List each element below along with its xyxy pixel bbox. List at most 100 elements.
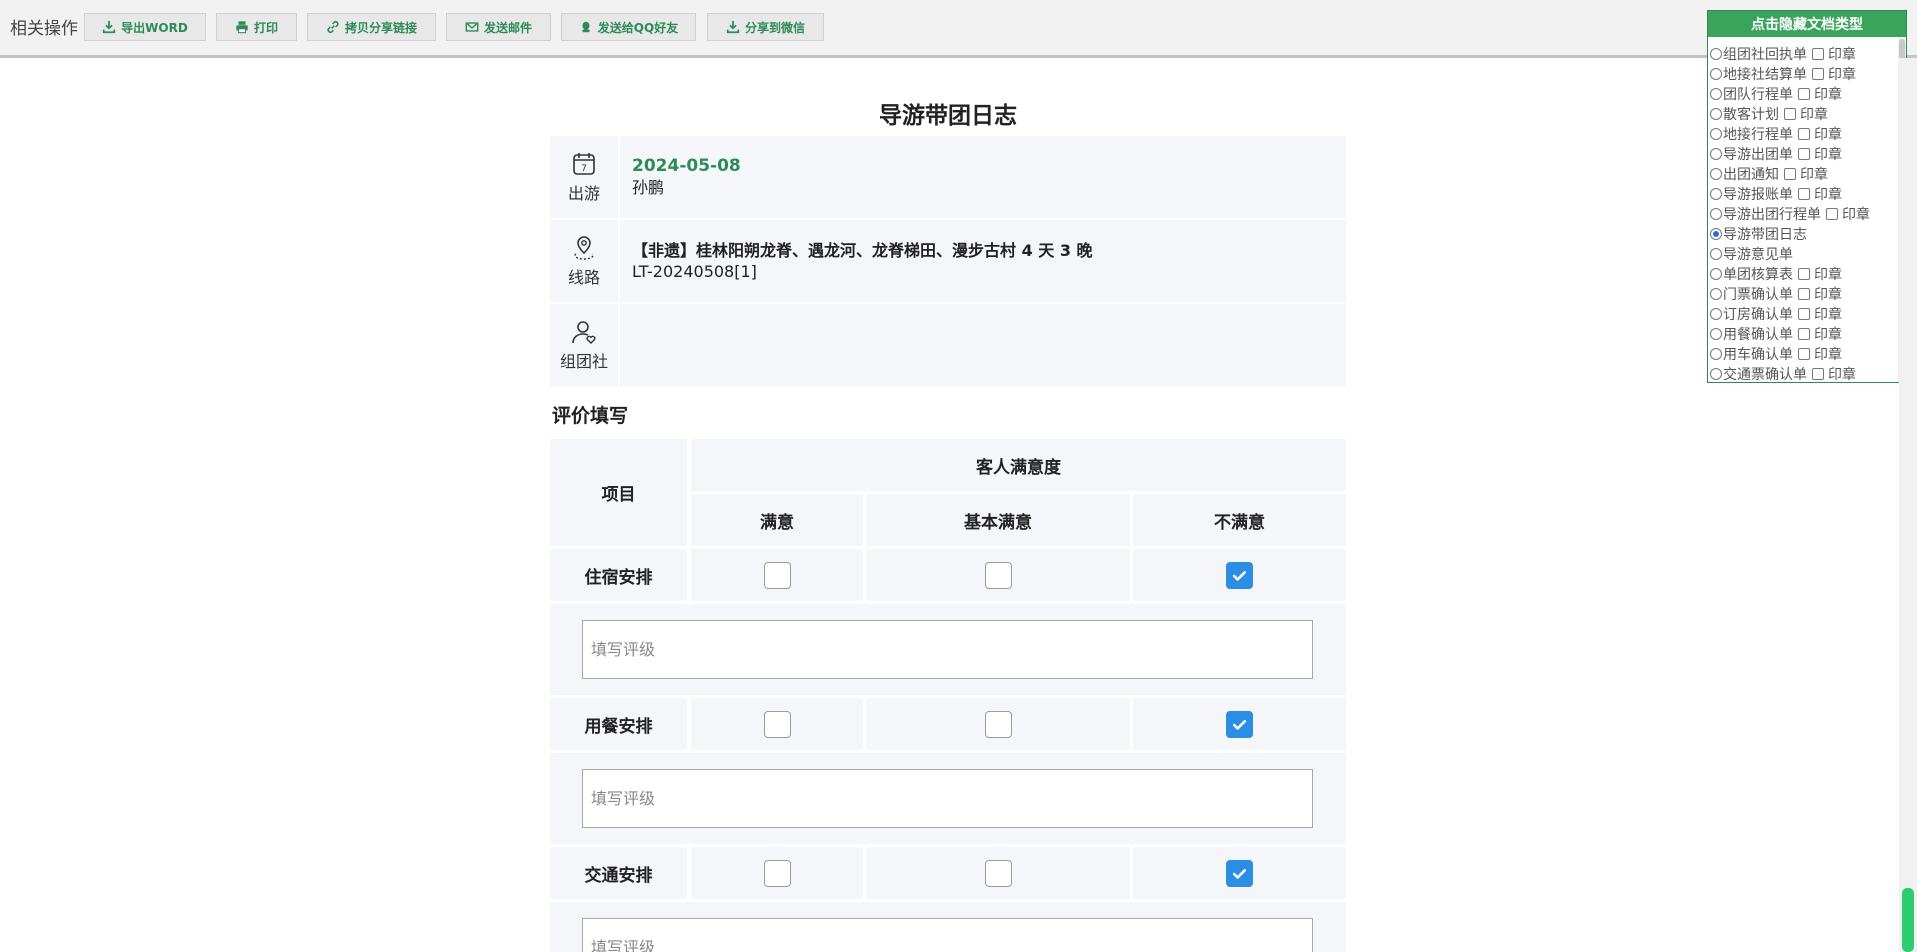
checkbox-meals-basic[interactable] (984, 710, 1012, 738)
doc-type-radio[interactable] (1710, 228, 1722, 240)
doc-type-radio[interactable] (1710, 88, 1722, 100)
stamp-label: 印章 (1814, 307, 1842, 323)
route-info: 【非遗】桂林阳朔龙脊、遇龙河、龙脊梯田、漫步古村 4 天 3 晚 LT-2024… (632, 240, 1093, 282)
doc-type-item[interactable]: 用车确认单 印章 (1710, 344, 1895, 364)
stamp-label: 印章 (1842, 207, 1870, 223)
checkbox-lodging-unsatisfied[interactable] (1226, 561, 1253, 589)
checkbox-transport-basic[interactable] (984, 859, 1012, 887)
checkbox-meals-satisfied[interactable] (763, 710, 791, 738)
checkbox-transport-unsatisfied[interactable] (1226, 859, 1253, 887)
rating-row (550, 604, 1346, 695)
travel-date: 2024-05-08 (632, 156, 741, 176)
doc-type-radio[interactable] (1710, 368, 1722, 380)
doc-type-item[interactable]: 导游意见单 (1710, 244, 1895, 264)
doc-type-radio[interactable] (1710, 288, 1722, 300)
row-label-meals: 用餐安排 (550, 698, 687, 750)
doc-type-item[interactable]: 团队行程单 印章 (1710, 84, 1895, 104)
stamp-checkbox[interactable] (1798, 268, 1810, 280)
share-wechat-button[interactable]: 分享到微信 (707, 13, 824, 41)
print-button[interactable]: 打印 (216, 13, 297, 41)
doc-type-item[interactable]: 单团核算表 印章 (1710, 264, 1895, 284)
guide-name: 孙鹏 (632, 178, 665, 197)
toolbar: 相关操作 导出WORD 打印 拷贝分享链接 发送邮件 发送给QQ好友 分享到微信 (0, 0, 1917, 58)
doc-type-item[interactable]: 地接社结算单 印章 (1710, 64, 1895, 84)
send-qq-button[interactable]: 发送给QQ好友 (561, 13, 696, 41)
doc-type-item[interactable]: 交通票确认单 印章 (1710, 364, 1895, 384)
doc-type-radio[interactable] (1710, 168, 1722, 180)
copy-share-link-button[interactable]: 拷贝分享链接 (307, 13, 436, 41)
export-word-button[interactable]: 导出WORD (84, 13, 206, 41)
doc-type-item[interactable]: 出团通知 印章 (1710, 164, 1895, 184)
info-row-agency: 组团社 (550, 304, 1346, 386)
cell-satisfied (691, 847, 863, 899)
send-qq-label: 发送给QQ好友 (597, 20, 679, 35)
doc-type-label: 组团社回执单 (1723, 47, 1807, 63)
doc-type-radio[interactable] (1710, 68, 1722, 80)
rating-input-lodging[interactable] (582, 620, 1313, 679)
doc-type-radio[interactable] (1710, 188, 1722, 200)
doc-type-item[interactable]: 散客计划 印章 (1710, 104, 1895, 124)
doc-type-radio[interactable] (1710, 248, 1722, 260)
info-icon-cell: 线路 (550, 220, 620, 302)
doc-type-item[interactable]: 导游报账单 印章 (1710, 184, 1895, 204)
checkbox-lodging-satisfied[interactable] (763, 561, 791, 589)
checkbox-lodging-basic[interactable] (984, 561, 1012, 589)
rating-row (550, 902, 1346, 952)
stamp-label: 印章 (1814, 127, 1842, 143)
doc-type-item[interactable]: 地接行程单 印章 (1710, 124, 1895, 144)
download-icon (103, 20, 116, 34)
stamp-checkbox[interactable] (1812, 48, 1824, 60)
doc-type-label: 用餐确认单 (1723, 327, 1793, 343)
rating-input-transport[interactable] (582, 918, 1313, 952)
stamp-label: 印章 (1800, 167, 1828, 183)
rating-input-meals[interactable] (582, 769, 1313, 828)
stamp-checkbox[interactable] (1798, 128, 1810, 140)
page-scroll-thumb[interactable] (1902, 888, 1914, 952)
stamp-label: 印章 (1814, 187, 1842, 203)
download-icon (726, 20, 740, 34)
checkbox-transport-satisfied[interactable] (763, 859, 791, 887)
stamp-checkbox[interactable] (1798, 88, 1810, 100)
doc-type-item[interactable]: 导游出团单 印章 (1710, 144, 1895, 164)
header-unsatisfied: 不满意 (1133, 494, 1346, 546)
doc-type-radio[interactable] (1710, 48, 1722, 60)
stamp-checkbox[interactable] (1798, 308, 1810, 320)
doc-type-item[interactable]: 导游带团日志 (1710, 224, 1895, 244)
stamp-checkbox[interactable] (1798, 148, 1810, 160)
send-email-button[interactable]: 发送邮件 (446, 13, 551, 41)
doc-type-radio[interactable] (1710, 268, 1722, 280)
stamp-checkbox[interactable] (1784, 168, 1796, 180)
doc-type-radio[interactable] (1710, 308, 1722, 320)
doc-type-item[interactable]: 用餐确认单 印章 (1710, 324, 1895, 344)
doc-type-item[interactable]: 组团社回执单 印章 (1710, 44, 1895, 64)
doc-type-radio[interactable] (1710, 108, 1722, 120)
checkbox-meals-unsatisfied[interactable] (1226, 710, 1253, 738)
header-item: 项目 (550, 439, 687, 546)
page-scrollbar[interactable] (1899, 58, 1917, 952)
doc-type-radio[interactable] (1710, 348, 1722, 360)
svg-text:7: 7 (581, 164, 587, 174)
cell-satisfied (691, 549, 863, 601)
doc-type-item[interactable]: 门票确认单 印章 (1710, 284, 1895, 304)
doc-type-item[interactable]: 订房确认单 印章 (1710, 304, 1895, 324)
doc-type-radio[interactable] (1710, 208, 1722, 220)
doc-type-radio[interactable] (1710, 328, 1722, 340)
header-basically-satisfied: 基本满意 (866, 494, 1130, 546)
stamp-checkbox[interactable] (1798, 288, 1810, 300)
stamp-label: 印章 (1800, 107, 1828, 123)
stamp-label: 印章 (1828, 47, 1856, 63)
header-satisfied: 满意 (691, 494, 863, 546)
stamp-checkbox[interactable] (1812, 368, 1824, 380)
stamp-checkbox[interactable] (1798, 188, 1810, 200)
doc-type-radio[interactable] (1710, 148, 1722, 160)
row-label-lodging: 住宿安排 (550, 549, 687, 601)
stamp-checkbox[interactable] (1798, 328, 1810, 340)
toggle-doc-types-button[interactable]: 点击隐藏文档类型 (1708, 11, 1906, 37)
doc-type-radio[interactable] (1710, 128, 1722, 140)
stamp-checkbox[interactable] (1826, 208, 1838, 220)
stamp-checkbox[interactable] (1784, 108, 1796, 120)
rating-row (550, 753, 1346, 844)
stamp-checkbox[interactable] (1798, 348, 1810, 360)
stamp-checkbox[interactable] (1812, 68, 1824, 80)
doc-type-item[interactable]: 导游出团行程单 印章 (1710, 204, 1895, 224)
